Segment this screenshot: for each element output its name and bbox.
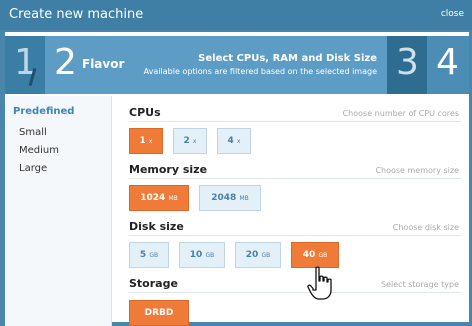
storage-title: Storage: [129, 277, 178, 290]
window-titlebar: Create new machine close: [0, 0, 472, 30]
divider: [129, 121, 461, 122]
predefined-item-small[interactable]: Small: [19, 127, 47, 138]
divider: [129, 178, 461, 179]
divider: [129, 235, 461, 236]
step-3[interactable]: 3: [387, 36, 427, 94]
hand-pointer-icon: [307, 266, 332, 300]
storage-option-drbd[interactable]: DRBD: [129, 300, 189, 326]
divider: [129, 292, 461, 293]
disk-option-20[interactable]: 20 GB: [235, 242, 281, 268]
predefined-heading: Predefined: [13, 106, 75, 117]
cpu-option-4[interactable]: 4 x: [217, 128, 251, 154]
window-title: Create new machine: [9, 7, 144, 22]
wizard-panel: 1 2 Flavor Select CPUs, RAM and Disk Siz…: [5, 32, 469, 326]
cpus-hint: Choose number of CPU cores: [342, 109, 459, 118]
disk-hint: Choose disk size: [392, 223, 459, 232]
step-4-number: 4: [436, 42, 459, 83]
step-heading: Select CPUs, RAM and Disk Size: [198, 53, 377, 64]
memory-title: Memory size: [129, 163, 208, 176]
memory-option-1024[interactable]: 1024 MB: [129, 185, 189, 211]
disk-title: Disk size: [129, 220, 184, 233]
step-3-number: 3: [396, 42, 419, 83]
step-1[interactable]: 1: [5, 36, 45, 94]
close-link[interactable]: close: [441, 9, 464, 19]
step-2-name: Flavor: [82, 57, 125, 71]
flavor-options: CPUs Choose number of CPU cores 1 x 2 x …: [111, 96, 469, 326]
cpu-option-1[interactable]: 1 x: [129, 128, 163, 154]
predefined-sidebar: Predefined Small Medium Large: [5, 96, 112, 326]
disk-option-40[interactable]: 40 GB: [291, 242, 339, 268]
step-2-active[interactable]: 2 Flavor Select CPUs, RAM and Disk Size …: [45, 36, 387, 94]
wizard-steps: 1 2 Flavor Select CPUs, RAM and Disk Siz…: [5, 36, 469, 94]
step-subheading: Available options are filtered based on …: [143, 67, 377, 76]
cpus-title: CPUs: [129, 106, 161, 119]
disk-option-10[interactable]: 10 GB: [179, 242, 225, 268]
memory-hint: Choose memory size: [375, 166, 459, 175]
predefined-item-medium[interactable]: Medium: [19, 145, 59, 156]
storage-hint: Select storage type: [380, 280, 459, 289]
predefined-item-large[interactable]: Large: [19, 163, 47, 174]
step-2-number: 2: [54, 42, 77, 83]
step-4[interactable]: 4: [427, 36, 469, 94]
disk-option-5[interactable]: 5 GB: [129, 242, 169, 268]
cpu-option-2[interactable]: 2 x: [173, 128, 207, 154]
memory-option-2048[interactable]: 2048 MB: [199, 185, 261, 211]
